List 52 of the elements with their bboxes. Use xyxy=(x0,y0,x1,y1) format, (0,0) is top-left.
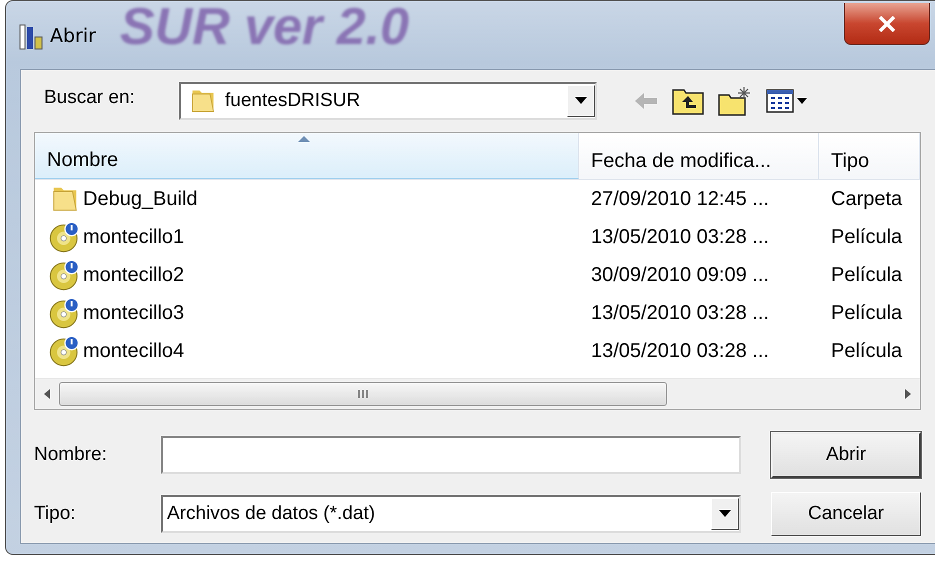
filename-label: Nombre: xyxy=(34,444,108,466)
scroll-left-icon[interactable] xyxy=(44,389,50,399)
app-icon xyxy=(18,23,44,51)
file-name: montecillo1 xyxy=(83,226,184,248)
file-date: 13/05/2010 03:28 ... xyxy=(590,302,770,324)
disc-icon xyxy=(49,335,81,367)
file-date: 13/05/2010 03:28 ... xyxy=(590,226,770,248)
filetype-label: Tipo: xyxy=(34,503,77,525)
file-row[interactable]: montecillo1 13/05/2010 03:28 ... Película xyxy=(35,218,920,256)
file-type: Película xyxy=(830,226,904,248)
file-name: montecillo3 xyxy=(83,302,184,324)
column-header[interactable]: Nombre xyxy=(35,133,579,179)
file-date: 30/09/2010 09:09 ... xyxy=(590,264,770,286)
file-row[interactable]: montecillo3 13/05/2010 03:28 ... Película xyxy=(35,294,920,332)
window-title: Abrir xyxy=(50,25,96,47)
grip-icon xyxy=(357,390,369,398)
filename-field[interactable] xyxy=(161,436,741,474)
file-type: Película xyxy=(830,264,904,286)
open-button[interactable]: Abrir xyxy=(771,432,921,478)
new-folder-icon[interactable] xyxy=(717,85,753,117)
file-name: montecillo2 xyxy=(83,264,184,286)
cancel-button[interactable]: Cancelar xyxy=(771,492,921,536)
file-name: montecillo4 xyxy=(83,340,184,362)
location-label: Buscar en: xyxy=(44,87,136,109)
disc-icon xyxy=(49,297,81,329)
file-date: 13/05/2010 03:28 ... xyxy=(590,340,770,362)
column-header[interactable]: Tipo xyxy=(819,133,920,179)
dropdown-caret-icon xyxy=(719,510,731,518)
horizontal-scrollbar[interactable] xyxy=(35,378,920,409)
column-header[interactable]: Fecha de modifica... xyxy=(579,133,819,179)
file-type: Película xyxy=(830,340,904,362)
dropdown-caret-icon xyxy=(575,97,587,105)
sort-arrow-icon xyxy=(297,135,311,143)
close-icon xyxy=(878,16,896,32)
view-menu-icon[interactable] xyxy=(765,87,809,115)
filetype-value: Archivos de datos (*.dat) xyxy=(167,503,376,525)
close-button[interactable] xyxy=(844,3,930,45)
file-row[interactable]: montecillo4 13/05/2010 03:28 ... Película xyxy=(35,332,920,370)
scroll-thumb[interactable] xyxy=(59,382,667,406)
file-row[interactable]: Debug_Build 27/09/2010 12:45 ... Carpeta xyxy=(35,180,920,218)
file-row[interactable]: montecillo2 30/09/2010 09:09 ... Película xyxy=(35,256,920,294)
scroll-right-icon[interactable] xyxy=(905,389,911,399)
background-window-title: SUR ver 2.0 xyxy=(120,0,410,57)
location-dropdown[interactable]: fuentesDRISUR xyxy=(179,82,597,120)
disc-icon xyxy=(49,259,81,291)
file-date: 27/09/2010 12:45 ... xyxy=(590,188,770,210)
file-type: Carpeta xyxy=(830,188,904,210)
location-value: fuentesDRISUR xyxy=(225,90,360,112)
disc-icon xyxy=(49,221,81,253)
file-type: Película xyxy=(830,302,904,324)
filetype-dropdown[interactable]: Archivos de datos (*.dat) xyxy=(161,495,741,533)
file-name: Debug_Build xyxy=(83,188,198,210)
